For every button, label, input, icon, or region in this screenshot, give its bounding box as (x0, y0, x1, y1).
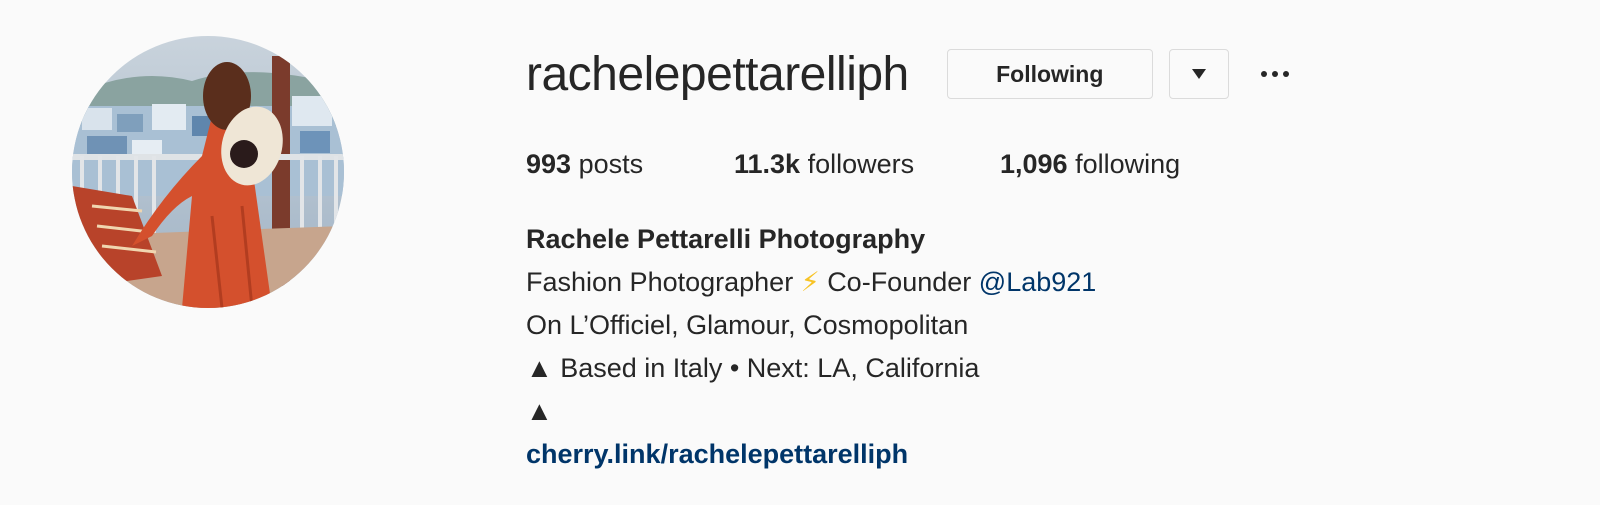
bio-line-1: Fashion Photographer ⚡ Co-Founder @Lab92… (526, 261, 1566, 304)
posts-label: posts (578, 148, 644, 179)
bio: Rachele Pettarelli Photography Fashion P… (526, 218, 1566, 476)
full-name: Rachele Pettarelli Photography (526, 224, 926, 254)
following-label: following (1075, 148, 1181, 179)
followers-count: 11.3k (734, 148, 801, 179)
bio-line-3: ▲ Based in Italy • Next: LA, California (526, 353, 980, 383)
title-row: rachelepettarelliph Following (526, 40, 1566, 108)
profile-photo (72, 36, 344, 308)
caret-down-icon (1191, 69, 1206, 79)
posts-count: 993 (526, 148, 572, 179)
bio-line-1-after: Co-Founder (827, 267, 972, 297)
posts-stat: 993 posts (526, 149, 734, 180)
avatar[interactable] (72, 36, 344, 308)
mention-link[interactable]: @Lab921 (979, 267, 1097, 297)
profile-header: rachelepettarelliph Following 993 posts … (526, 40, 1566, 476)
suggestions-dropdown-button[interactable] (1168, 49, 1229, 99)
username: rachelepettarelliph (526, 47, 909, 101)
bio-line-4: ▲ (526, 396, 553, 426)
lightning-icon: ⚡ (800, 267, 820, 297)
following-button[interactable]: Following (946, 49, 1153, 99)
followers-stat[interactable]: 11.3k followers (734, 149, 1000, 180)
bio-line-1-text: Fashion Photographer (526, 267, 794, 297)
ellipsis-icon (1260, 71, 1289, 77)
following-stat[interactable]: 1,096 following (1000, 149, 1180, 180)
website-link[interactable]: cherry.link/rachelepettarelliph (526, 439, 908, 469)
more-options-button[interactable] (1255, 49, 1295, 99)
followers-label: followers (807, 148, 915, 179)
following-count: 1,096 (1000, 148, 1068, 179)
bio-line-2: On L’Officiel, Glamour, Cosmopolitan (526, 310, 969, 340)
profile-stats: 993 posts 11.3k followers 1,096 followin… (526, 144, 1566, 184)
